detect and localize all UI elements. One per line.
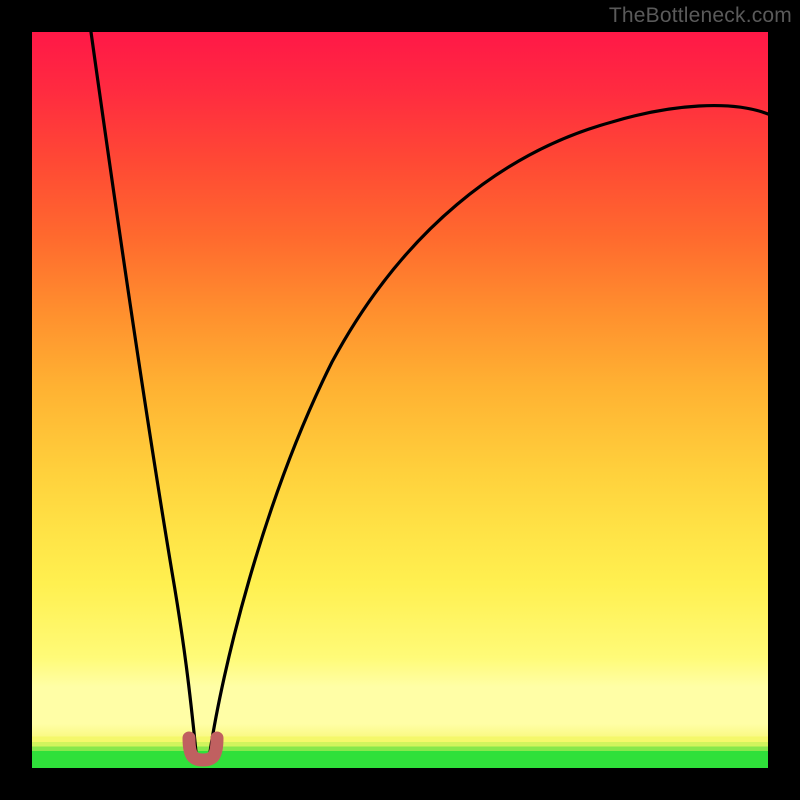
watermark-text: TheBottleneck.com	[609, 4, 792, 28]
right-curve	[210, 106, 768, 752]
left-curve	[91, 32, 196, 752]
chart-frame: TheBottleneck.com	[0, 0, 800, 800]
curve-layer	[32, 32, 768, 768]
min-marker	[189, 738, 217, 760]
